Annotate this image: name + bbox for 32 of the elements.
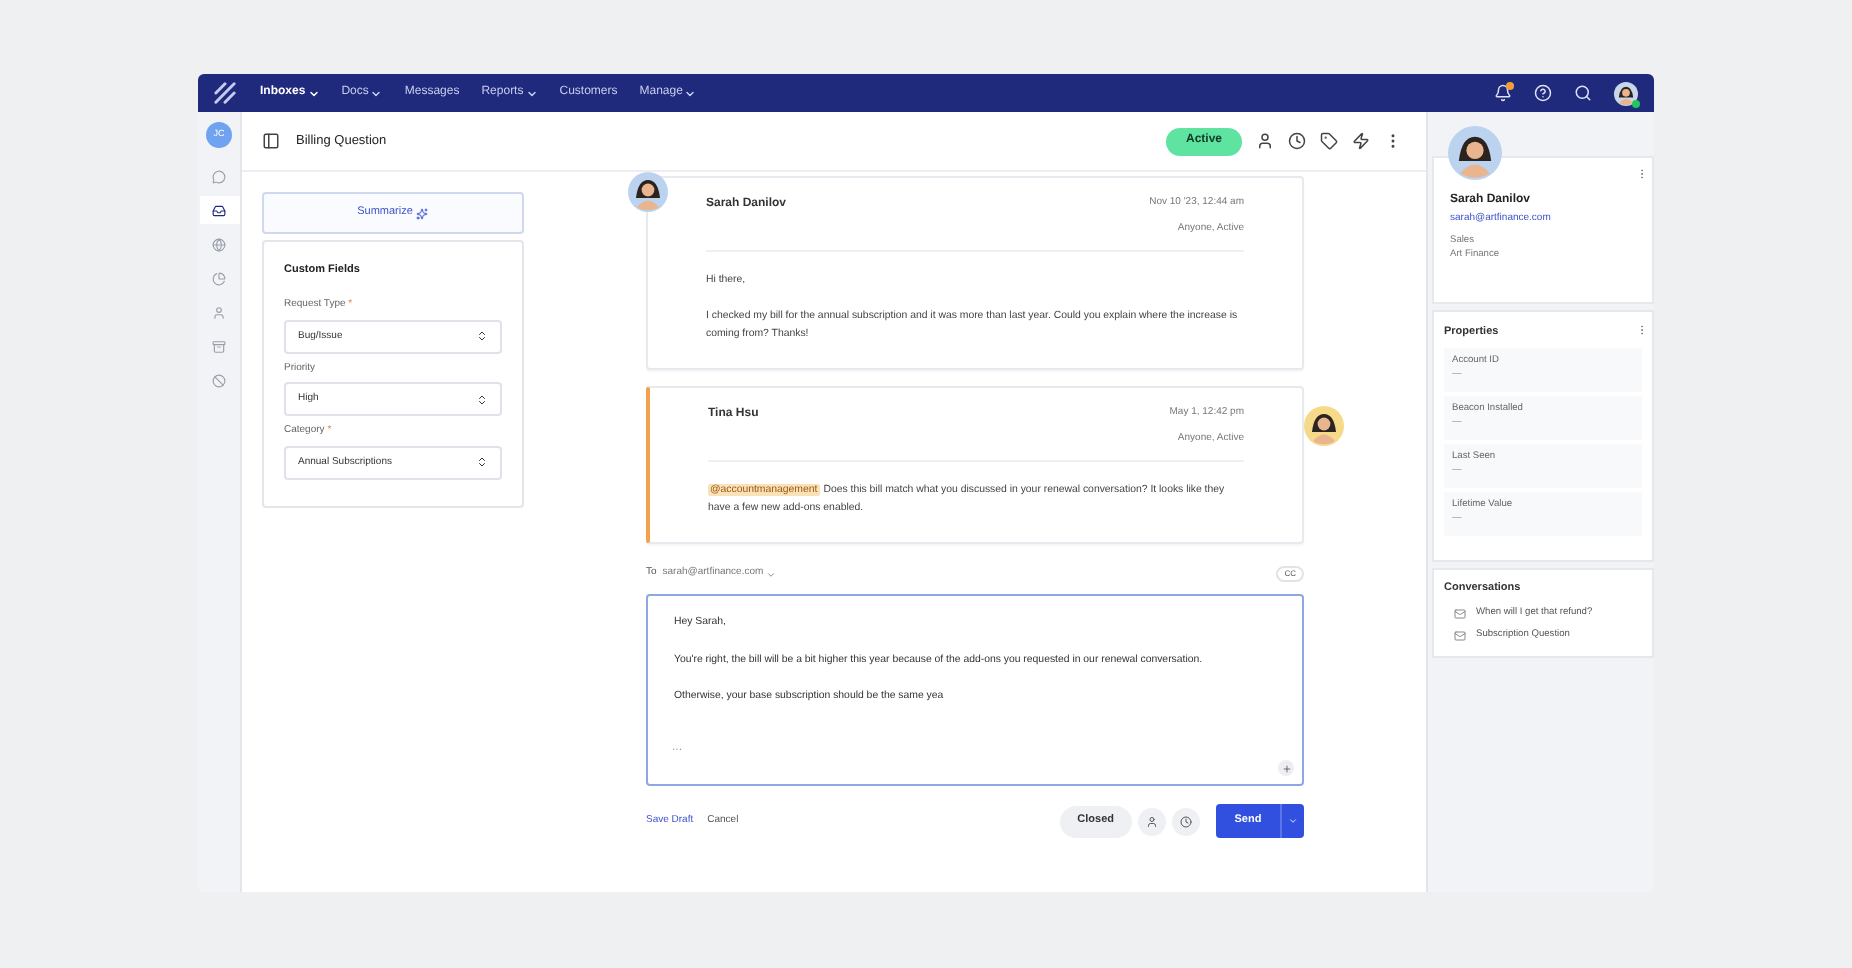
tag-icon[interactable] bbox=[1320, 132, 1338, 150]
search-icon[interactable] bbox=[1574, 84, 1592, 102]
archive-icon bbox=[212, 339, 226, 353]
chat-icon bbox=[212, 169, 226, 183]
envelope-icon bbox=[1454, 607, 1466, 620]
caret-icon bbox=[765, 569, 776, 579]
pie-chart-icon bbox=[212, 271, 226, 285]
rail-nav-button[interactable] bbox=[199, 196, 239, 224]
user-avatar bbox=[1614, 81, 1638, 105]
add-button[interactable] bbox=[1278, 760, 1294, 776]
clock-icon bbox=[1180, 815, 1192, 827]
user-icon bbox=[212, 305, 226, 319]
clock-icon[interactable] bbox=[1288, 132, 1306, 150]
inbox-icon bbox=[212, 203, 226, 217]
envelope-icon bbox=[1454, 630, 1466, 643]
sender-avatar bbox=[1304, 406, 1344, 446]
assign-button[interactable] bbox=[1138, 807, 1166, 835]
notifications-icon[interactable] bbox=[1494, 84, 1512, 102]
sender-avatar bbox=[628, 172, 668, 212]
bolt-icon[interactable] bbox=[1352, 132, 1370, 150]
help-icon[interactable] bbox=[1534, 84, 1552, 102]
user-icon bbox=[1146, 815, 1158, 827]
caret-icon bbox=[1288, 816, 1298, 826]
customer-avatar bbox=[1448, 126, 1502, 180]
panel-toggle-icon[interactable] bbox=[262, 132, 280, 150]
snooze-button[interactable] bbox=[1172, 807, 1200, 835]
logo-icon bbox=[214, 82, 236, 104]
ban-icon bbox=[212, 373, 226, 387]
globe-icon bbox=[212, 237, 226, 251]
sparkle-icon bbox=[416, 207, 429, 219]
assign-user-icon[interactable] bbox=[1256, 132, 1274, 150]
plus-icon bbox=[1281, 763, 1291, 773]
